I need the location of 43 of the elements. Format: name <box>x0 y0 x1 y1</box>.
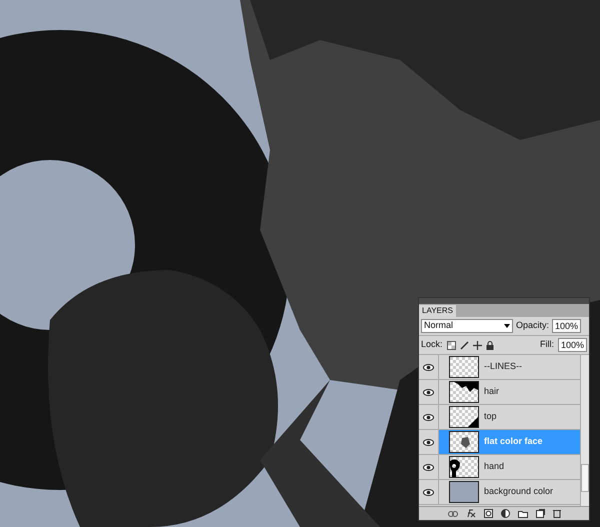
opacity-field[interactable]: 100% <box>552 319 582 333</box>
mask-icon[interactable] <box>484 509 492 518</box>
layer-name: hand <box>484 460 504 474</box>
caret-icon <box>504 324 510 328</box>
brush-icon[interactable] <box>460 340 469 350</box>
fill-field[interactable]: 100% <box>558 338 587 352</box>
layer-thumbnail <box>449 456 479 478</box>
eye-icon[interactable] <box>423 364 434 370</box>
layer-name: flat color face <box>484 435 543 448</box>
eye-icon[interactable] <box>423 488 434 496</box>
layer-name: hair <box>484 385 500 398</box>
eye-icon[interactable] <box>423 464 434 470</box>
layer-row[interactable]: background color <box>419 480 580 505</box>
layer-row[interactable]: hair <box>419 380 580 405</box>
opacity-label: Opacity: <box>516 319 550 332</box>
layer-thumbnail <box>449 481 479 503</box>
eye-icon[interactable] <box>423 388 434 396</box>
layer-thumbnail <box>449 381 479 403</box>
effects-icon[interactable] <box>466 509 476 518</box>
layer-thumbnail <box>449 431 479 453</box>
scrollbar[interactable] <box>580 355 589 506</box>
layer-name: background color <box>484 485 554 498</box>
folder-icon[interactable] <box>518 510 528 518</box>
adjustment-icon[interactable] <box>500 509 510 518</box>
layers-tab[interactable]: LAYERS <box>419 305 456 317</box>
layer-row[interactable]: hand <box>419 455 580 480</box>
layer-name: --LINES-- <box>484 360 522 374</box>
layer-row[interactable]: --LINES-- <box>419 355 580 380</box>
lock-transparency-icon[interactable] <box>446 340 456 350</box>
fill-label: Fill: <box>540 338 554 352</box>
layer-thumbnail <box>449 406 479 428</box>
lock-icon[interactable] <box>486 340 494 350</box>
new-layer-icon[interactable] <box>536 509 544 518</box>
move-icon[interactable] <box>472 340 482 350</box>
eye-icon[interactable] <box>423 438 434 446</box>
lock-label: Lock: <box>421 338 443 352</box>
link-icon[interactable] <box>448 510 458 516</box>
layer-thumbnail <box>449 356 479 378</box>
trash-icon[interactable] <box>552 509 560 518</box>
eye-icon[interactable] <box>423 414 434 420</box>
blend-mode-dropdown[interactable]: Normal <box>421 319 513 333</box>
layer-row[interactable]: top <box>419 405 580 430</box>
layer-name: top <box>484 410 497 424</box>
